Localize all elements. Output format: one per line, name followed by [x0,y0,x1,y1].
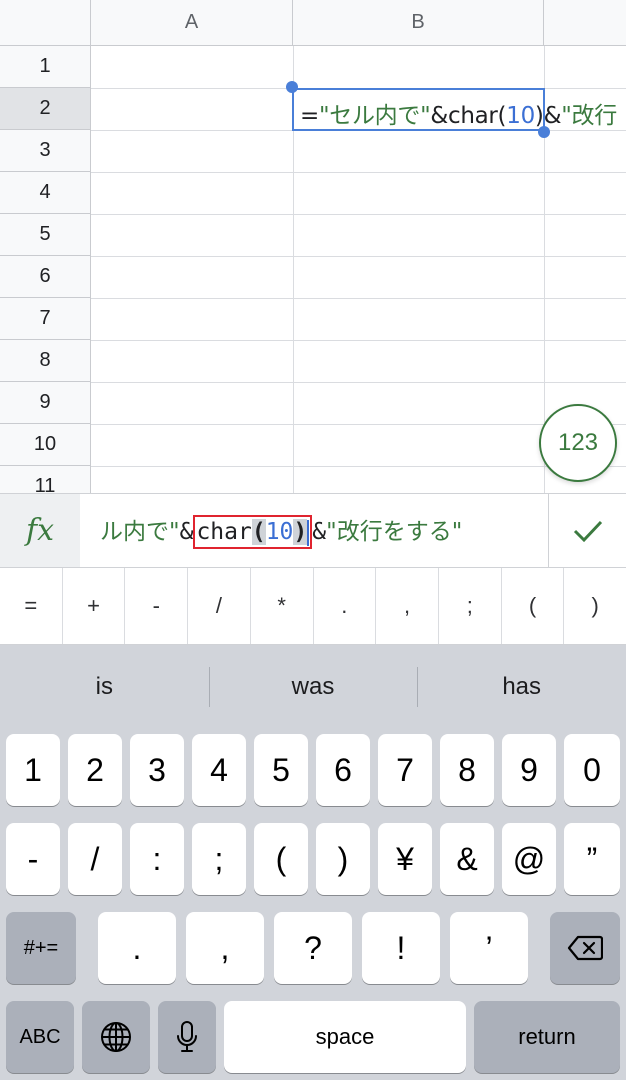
row-header-8[interactable]: 8 [0,340,91,382]
suggestion-item[interactable]: has [417,645,626,729]
row-header-11[interactable]: 11 [0,466,91,493]
symbol-period-button[interactable]: . [314,568,377,644]
row-header-3[interactable]: 3 [0,130,91,172]
row-divider [91,214,626,215]
row-header-6[interactable]: 6 [0,256,91,298]
globe-icon [101,1022,131,1052]
highlighted-function: char(10) [193,515,313,549]
row-header-4[interactable]: 4 [0,172,91,214]
key-6[interactable]: 6 [316,734,370,806]
checkmark-icon [573,520,602,542]
microphone-icon [177,1021,197,1052]
symbol-plus-button[interactable]: + [63,568,126,644]
selection-handle-bottom-right[interactable] [538,126,550,138]
key-period[interactable]: . [98,912,176,984]
row-header-5[interactable]: 5 [0,214,91,256]
key-7[interactable]: 7 [378,734,432,806]
key-hyphen[interactable]: - [6,823,60,895]
key-colon[interactable]: : [130,823,184,895]
symbol-slash-button[interactable]: / [188,568,251,644]
suggestion-bar: is was has [0,645,626,729]
key-semicolon[interactable]: ; [192,823,246,895]
key-ampersand[interactable]: & [440,823,494,895]
fx-icon[interactable]: fx [0,494,80,567]
suggestion-item[interactable]: is [0,645,209,729]
formula-bar: fx ル内で"& char(10) &"改行をする" [0,493,626,568]
key-5[interactable]: 5 [254,734,308,806]
key-4[interactable]: 4 [192,734,246,806]
dictation-button[interactable] [158,1001,216,1073]
row-header-2[interactable]: 2 [0,88,91,130]
formula-input[interactable]: ル内で"& char(10) &"改行をする" [100,512,462,549]
key-question[interactable]: ? [274,912,352,984]
row-header-10[interactable]: 10 [0,424,91,466]
selected-cell-b2[interactable] [292,88,545,131]
key-comma[interactable]: , [186,912,264,984]
symbol-comma-button[interactable]: , [376,568,439,644]
column-header-c[interactable] [544,0,626,46]
selection-handle-top-left[interactable] [286,81,298,93]
key-2[interactable]: 2 [68,734,122,806]
return-button[interactable]: return [474,1001,620,1073]
backspace-button[interactable] [550,912,620,984]
suggestion-item[interactable]: was [208,645,418,729]
onscreen-keyboard: is was has 1 2 3 4 5 6 7 8 9 0 - / : ; (… [0,645,626,1080]
symbol-close-paren-button[interactable]: ) [564,568,626,644]
confirm-button[interactable] [548,494,626,567]
row-divider [91,382,626,383]
symbol-shortcut-bar: = + - / * . , ; ( ) [0,568,626,645]
key-exclamation[interactable]: ! [362,912,440,984]
backspace-icon [567,935,603,961]
column-header-b[interactable]: B [293,0,544,46]
number-keyboard-toggle-button[interactable]: 123 [539,404,617,482]
symbol-asterisk-button[interactable]: * [251,568,314,644]
key-1[interactable]: 1 [6,734,60,806]
symbol-minus-button[interactable]: - [125,568,189,644]
key-apostrophe[interactable]: ’ [450,912,528,984]
key-close-paren[interactable]: ) [316,823,370,895]
row-divider [91,340,626,341]
key-yen[interactable]: ¥ [378,823,432,895]
globe-button[interactable] [82,1001,150,1073]
row-header-1[interactable]: 1 [0,46,91,88]
key-8[interactable]: 8 [440,734,494,806]
key-0[interactable]: 0 [564,734,620,806]
row-header-7[interactable]: 7 [0,298,91,340]
key-more-symbols[interactable]: #+= [6,912,76,984]
symbol-semicolon-button[interactable]: ; [439,568,502,644]
row-divider [91,256,626,257]
row-header-9[interactable]: 9 [0,382,91,424]
key-open-paren[interactable]: ( [254,823,308,895]
key-quote[interactable]: ” [564,823,620,895]
row-divider [91,298,626,299]
column-header-a[interactable]: A [91,0,293,46]
key-at[interactable]: @ [502,823,556,895]
text-cursor [307,519,310,546]
key-9[interactable]: 9 [502,734,556,806]
select-all-corner[interactable] [0,0,91,46]
spreadsheet-grid[interactable]: A B 1 2 3 4 5 6 7 8 9 10 11 ="セル内で"&char… [0,0,626,493]
key-slash[interactable]: / [68,823,122,895]
space-bar[interactable]: space [224,1001,466,1073]
symbol-open-paren-button[interactable]: ( [502,568,565,644]
key-abc[interactable]: ABC [6,1001,74,1073]
symbol-equals-button[interactable]: = [0,568,63,644]
key-3[interactable]: 3 [130,734,184,806]
row-divider [91,172,626,173]
